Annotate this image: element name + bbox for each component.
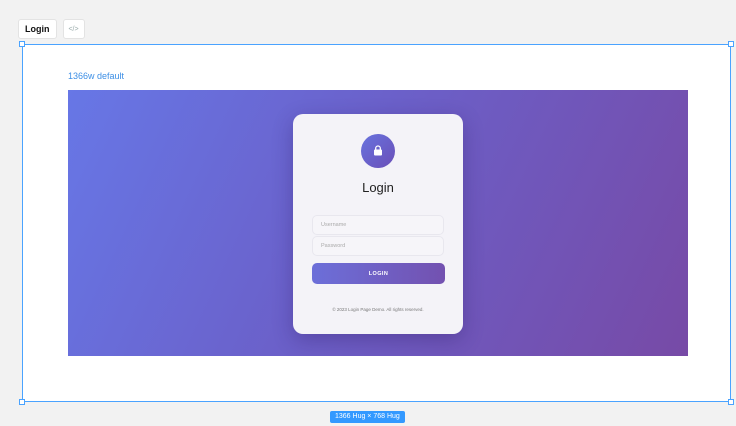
resize-handle-bottom-right[interactable]: [728, 399, 734, 405]
resize-handle-bottom-left[interactable]: [19, 399, 25, 405]
password-input[interactable]: [312, 236, 444, 256]
login-card: Login LOGIN © 2023 Login Page Demo. All …: [293, 114, 463, 334]
tab-login[interactable]: Login: [18, 19, 57, 39]
resize-handle-top-left[interactable]: [19, 41, 25, 47]
code-view-toggle[interactable]: </>: [62, 19, 85, 39]
lock-icon: [361, 134, 395, 168]
login-title: Login: [362, 180, 394, 195]
copyright-footer: © 2023 Login Page Demo. All rights reser…: [332, 307, 424, 312]
frame-label[interactable]: 1366w default: [68, 71, 124, 81]
login-page-preview: Login LOGIN © 2023 Login Page Demo. All …: [68, 90, 688, 356]
username-input[interactable]: [312, 215, 444, 235]
resize-handle-top-right[interactable]: [728, 41, 734, 47]
login-button[interactable]: LOGIN: [312, 263, 445, 284]
top-tab-bar: Login </>: [18, 19, 85, 39]
frame-size-badge: 1366 Hug × 768 Hug: [330, 411, 405, 423]
